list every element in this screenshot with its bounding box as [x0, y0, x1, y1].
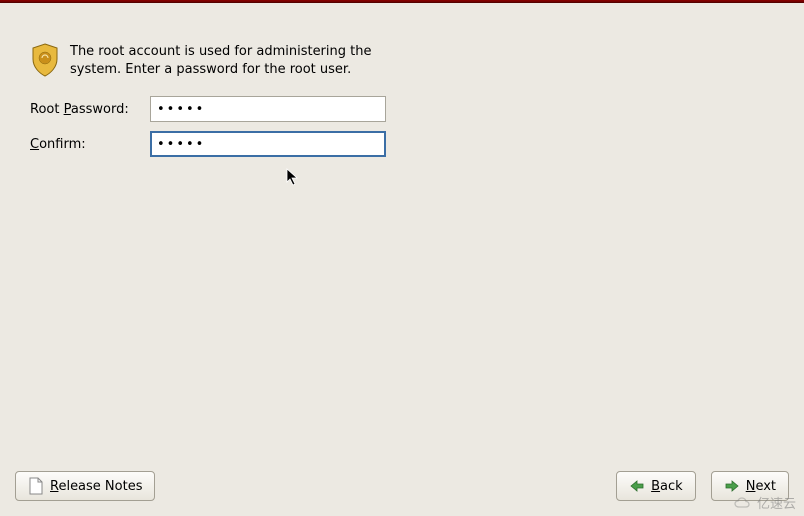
release-notes-button[interactable]: Release Notes [15, 471, 155, 501]
root-password-row: Root Password: [30, 96, 774, 122]
confirm-row: Confirm: [30, 131, 774, 157]
bottom-bar: Release Notes Back Next [0, 471, 804, 501]
back-button[interactable]: Back [616, 471, 696, 501]
arrow-right-icon [724, 479, 740, 493]
confirm-input[interactable] [150, 131, 386, 157]
document-icon [28, 477, 44, 495]
shield-icon [30, 43, 60, 77]
arrow-left-icon [629, 479, 645, 493]
main-content: The root account is used for administeri… [0, 3, 804, 186]
next-button[interactable]: Next [711, 471, 789, 501]
nav-buttons: Back Next [616, 471, 789, 501]
confirm-label: Confirm: [30, 137, 150, 152]
root-password-label: Root Password: [30, 102, 150, 117]
instruction-row: The root account is used for administeri… [30, 43, 774, 78]
instruction-text: The root account is used for administeri… [70, 43, 380, 78]
root-password-input[interactable] [150, 96, 386, 122]
